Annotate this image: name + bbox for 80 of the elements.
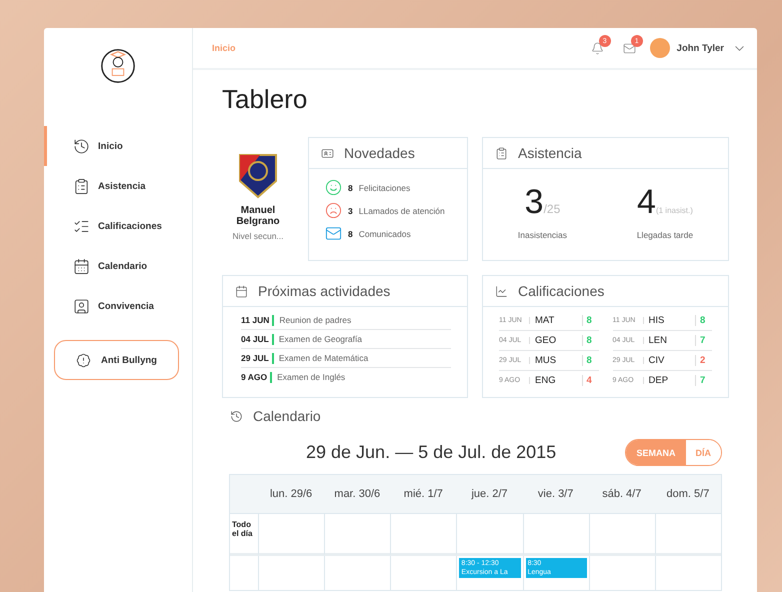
- anti-bullying-button[interactable]: Anti Bullyng: [54, 340, 179, 380]
- date-range: 29 de Jun. — 5 de Jul. de 2015: [306, 442, 556, 463]
- stat-value: 3: [524, 183, 544, 222]
- activity-date: 11 JUN: [241, 314, 274, 326]
- stat-suffix: (1 inasist.): [656, 206, 693, 215]
- calendar-cell[interactable]: [588, 514, 655, 556]
- nav-icon: [73, 258, 90, 274]
- school-logo: [99, 46, 137, 84]
- sidebar-item[interactable]: Inicio: [44, 126, 192, 166]
- stat-suffix: /25: [544, 202, 560, 216]
- activity-date: 29 JUL: [241, 352, 274, 364]
- activity-date: 9 AGO: [241, 372, 272, 382]
- page-title: Tablero: [222, 84, 308, 115]
- nav-icon: [73, 138, 90, 154]
- grade: 8: [582, 335, 598, 346]
- grade: 8: [582, 355, 598, 366]
- grade: 8: [695, 315, 712, 326]
- subject: LEN: [648, 335, 668, 346]
- activity-text: Examen de Inglés: [277, 372, 346, 382]
- student-name: Manuel Belgrano: [235, 205, 281, 227]
- day-header: mié. 1/7: [390, 475, 456, 514]
- calendar-cell[interactable]: [324, 514, 390, 556]
- grade: 7: [695, 375, 712, 386]
- all-day-label: Todo el día: [231, 519, 254, 538]
- day-header: dom. 5/7: [654, 475, 721, 514]
- envelope-icon: [623, 42, 636, 54]
- activity-text: Examen de Matemática: [278, 353, 368, 363]
- calendar-cell[interactable]: [654, 514, 721, 556]
- subject: HIS: [648, 315, 666, 326]
- news-item[interactable]: 3 LLamados de atención: [325, 202, 467, 219]
- subject: MUS: [535, 355, 558, 366]
- calendar-cell[interactable]: [390, 514, 456, 556]
- smiley-icon: [325, 179, 342, 196]
- activity-date: 04 JUL: [241, 334, 274, 344]
- bell-icon: [591, 42, 604, 54]
- news-item[interactable]: 8 Comunicados: [325, 225, 467, 242]
- stat-label: Llegadas tarde: [636, 230, 694, 240]
- calendar-cell[interactable]: [258, 514, 324, 556]
- day-header: sáb. 4/7: [588, 475, 655, 514]
- envelope-icon: [325, 225, 342, 242]
- chart-icon: [495, 284, 508, 298]
- stat-value: 4: [637, 183, 656, 222]
- card-title: Próximas actividades: [258, 283, 390, 299]
- news-item[interactable]: 8 Felicitaciones: [325, 179, 467, 196]
- nav-icon: [73, 178, 90, 194]
- user-name[interactable]: John Tyler: [676, 42, 724, 54]
- day-header: jue. 2/7: [456, 475, 523, 514]
- alert-icon: [76, 352, 92, 368]
- card-title: Asistencia: [518, 145, 582, 161]
- card-icon: [321, 146, 334, 160]
- stat-label: Inasistencias: [518, 230, 568, 240]
- sad-face-icon: [325, 202, 342, 219]
- subject: ENG: [535, 375, 557, 386]
- sidebar-item[interactable]: Asistencia: [44, 166, 192, 206]
- subject: CIV: [648, 355, 666, 366]
- card-title: Calificaciones: [518, 283, 604, 299]
- clipboard-icon: [495, 146, 508, 160]
- grade: 7: [695, 335, 712, 346]
- subject: MAT: [535, 315, 556, 326]
- activity-text: Examen de Geografía: [278, 334, 362, 344]
- subject: GEO: [535, 335, 558, 346]
- grade: 2: [695, 355, 712, 366]
- calendar-icon: [235, 284, 248, 298]
- student-level: Nivel secun...: [232, 231, 284, 241]
- avatar: [648, 37, 671, 59]
- grade: 8: [582, 315, 598, 326]
- grade: 4: [582, 375, 598, 386]
- school-crest-icon: [238, 151, 278, 199]
- subject: DEP: [648, 375, 670, 386]
- section-title: Calendario: [253, 408, 321, 424]
- day-header: mar. 30/6: [324, 475, 390, 514]
- card-title: Novedades: [344, 145, 415, 161]
- day-header: vie. 3/7: [522, 475, 589, 514]
- nav-icon: [73, 298, 90, 314]
- day-header: lun. 29/6: [258, 475, 324, 514]
- activity-text: Reunion de padres: [279, 315, 352, 325]
- sidebar-item[interactable]: Calificaciones: [44, 206, 192, 246]
- sidebar-item[interactable]: Convivencia: [44, 286, 192, 326]
- clock-icon: [230, 410, 243, 422]
- sidebar-item[interactable]: Calendario: [44, 246, 192, 286]
